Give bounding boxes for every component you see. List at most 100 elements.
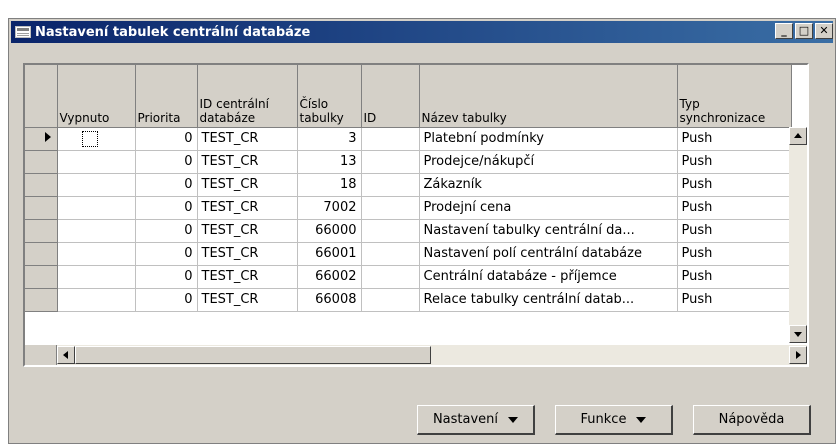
scroll-right-button[interactable] xyxy=(789,346,807,364)
cell-priorita[interactable]: 0 xyxy=(135,265,198,289)
column-header-nazev-tabulky[interactable]: Název tabulky xyxy=(419,65,678,128)
cell-id-centralni[interactable]: TEST_CR xyxy=(197,173,298,197)
vertical-scrollbar[interactable] xyxy=(789,127,807,343)
table: Vypnuto Priorita ID centrální databáze Č… xyxy=(25,65,792,312)
cell-typ[interactable]: Push xyxy=(677,288,792,312)
column-header-priorita[interactable]: Priorita xyxy=(135,65,198,128)
cell-typ[interactable]: Push xyxy=(677,173,792,197)
cell-nazev[interactable]: Centrální databáze - příjemce xyxy=(419,265,678,289)
cell-priorita[interactable]: 0 xyxy=(135,173,198,197)
table-row[interactable]: 0 TEST_CR 3 Platební podmínky Push xyxy=(25,127,792,151)
table-icon xyxy=(15,26,31,38)
cell-id-centralni[interactable]: TEST_CR xyxy=(197,265,298,289)
table-row[interactable]: 0 TEST_CR 7002 Prodejní cena Push xyxy=(25,196,792,220)
title-bar[interactable]: Nastavení tabulek centrální databáze _ □… xyxy=(11,21,833,43)
cell-typ[interactable]: Push xyxy=(677,196,792,220)
cell-vypnuto[interactable] xyxy=(57,127,136,151)
cell-id-centralni[interactable]: TEST_CR xyxy=(197,242,298,266)
cell-typ[interactable]: Push xyxy=(677,150,792,174)
horizontal-scrollbar[interactable] xyxy=(57,345,807,365)
cell-cislo[interactable]: 3 xyxy=(297,127,362,151)
row-selector[interactable] xyxy=(25,242,58,266)
close-button[interactable]: ✕ xyxy=(815,23,833,39)
cell-priorita[interactable]: 0 xyxy=(135,150,198,174)
maximize-button[interactable]: □ xyxy=(795,23,813,39)
row-selector-header xyxy=(25,65,58,128)
cell-vypnuto[interactable] xyxy=(57,173,136,197)
table-row[interactable]: 0 TEST_CR 13 Prodejce/nákupčí Push xyxy=(25,150,792,174)
cell-nazev[interactable]: Zákazník xyxy=(419,173,678,197)
cell-id[interactable] xyxy=(361,288,420,312)
column-header-id[interactable]: ID xyxy=(361,65,420,128)
cell-id[interactable] xyxy=(361,196,420,220)
cell-vypnuto[interactable] xyxy=(57,219,136,243)
cell-nazev[interactable]: Nastavení polí centrální databáze xyxy=(419,242,678,266)
nastaveni-button[interactable]: Nastavení xyxy=(417,405,535,435)
cell-nazev[interactable]: Nastavení tabulky centrální da... xyxy=(419,219,678,243)
napoveda-button[interactable]: Nápověda xyxy=(693,405,811,435)
cell-cislo[interactable]: 7002 xyxy=(297,196,362,220)
cell-nazev[interactable]: Relace tabulky centrální datab... xyxy=(419,288,678,312)
cell-priorita[interactable]: 0 xyxy=(135,196,198,220)
cell-id[interactable] xyxy=(361,265,420,289)
cell-nazev[interactable]: Platební podmínky xyxy=(419,127,678,151)
column-header-id-centralni-databaze[interactable]: ID centrální databáze xyxy=(197,65,298,128)
cell-id[interactable] xyxy=(361,150,420,174)
column-header-vypnuto[interactable]: Vypnuto xyxy=(57,65,136,128)
cell-cislo[interactable]: 66001 xyxy=(297,242,362,266)
cell-priorita[interactable]: 0 xyxy=(135,242,198,266)
row-selector[interactable] xyxy=(25,173,58,197)
scroll-left-button[interactable] xyxy=(57,346,75,364)
row-selector[interactable] xyxy=(25,288,58,312)
scroll-up-button[interactable] xyxy=(789,127,807,145)
grid-corner xyxy=(25,345,57,365)
cell-id[interactable] xyxy=(361,173,420,197)
row-selector[interactable] xyxy=(25,150,58,174)
arrow-right-icon xyxy=(796,351,801,359)
cell-typ[interactable]: Push xyxy=(677,219,792,243)
row-selector[interactable] xyxy=(25,196,58,220)
table-row[interactable]: 0 TEST_CR 66001 Nastavení polí centrální… xyxy=(25,242,792,266)
minimize-button[interactable]: _ xyxy=(775,23,793,39)
cell-nazev[interactable]: Prodejce/nákupčí xyxy=(419,150,678,174)
cell-typ[interactable]: Push xyxy=(677,242,792,266)
cell-id-centralni[interactable]: TEST_CR xyxy=(197,127,298,151)
cell-vypnuto[interactable] xyxy=(57,150,136,174)
cell-cislo[interactable]: 66002 xyxy=(297,265,362,289)
table-row[interactable]: 0 TEST_CR 66000 Nastavení tabulky centrá… xyxy=(25,219,792,243)
table-row[interactable]: 0 TEST_CR 18 Zákazník Push xyxy=(25,173,792,197)
table-row[interactable]: 0 TEST_CR 66008 Relace tabulky centrální… xyxy=(25,288,792,312)
cell-typ[interactable]: Push xyxy=(677,127,792,151)
cell-nazev[interactable]: Prodejní cena xyxy=(419,196,678,220)
cell-vypnuto[interactable] xyxy=(57,242,136,266)
scroll-down-button[interactable] xyxy=(789,325,807,343)
row-selector[interactable] xyxy=(25,265,58,289)
cell-id-centralni[interactable]: TEST_CR xyxy=(197,219,298,243)
funkce-button[interactable]: Funkce xyxy=(555,405,673,435)
cell-vypnuto[interactable] xyxy=(57,196,136,220)
row-selector[interactable] xyxy=(25,219,58,243)
vypnuto-checkbox[interactable] xyxy=(81,130,98,147)
cell-cislo[interactable]: 66008 xyxy=(297,288,362,312)
cell-id[interactable] xyxy=(361,242,420,266)
cell-id[interactable] xyxy=(361,219,420,243)
cell-cislo[interactable]: 13 xyxy=(297,150,362,174)
cell-priorita[interactable]: 0 xyxy=(135,219,198,243)
cell-vypnuto[interactable] xyxy=(57,288,136,312)
column-header-typ-synchronizace[interactable]: Typ synchronizace xyxy=(677,65,792,128)
cell-typ[interactable]: Push xyxy=(677,265,792,289)
cell-id[interactable] xyxy=(361,127,420,151)
cell-priorita[interactable]: 0 xyxy=(135,288,198,312)
cell-id-centralni[interactable]: TEST_CR xyxy=(197,196,298,220)
row-selector[interactable] xyxy=(25,127,58,151)
cell-id-centralni[interactable]: TEST_CR xyxy=(197,150,298,174)
table-row[interactable]: 0 TEST_CR 66002 Centrální databáze - pří… xyxy=(25,265,792,289)
column-header-cislo-tabulky[interactable]: Číslo tabulky xyxy=(297,65,362,128)
cell-priorita[interactable]: 0 xyxy=(135,127,198,151)
cell-id-centralni[interactable]: TEST_CR xyxy=(197,288,298,312)
cell-cislo[interactable]: 18 xyxy=(297,173,362,197)
cell-cislo[interactable]: 66000 xyxy=(297,219,362,243)
arrow-down-icon xyxy=(794,332,802,337)
cell-vypnuto[interactable] xyxy=(57,265,136,289)
horizontal-scroll-thumb[interactable] xyxy=(75,346,431,364)
